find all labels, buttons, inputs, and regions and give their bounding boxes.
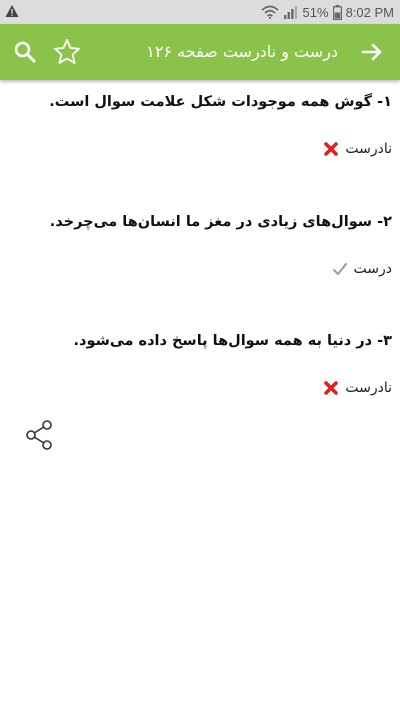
cross-icon — [324, 381, 339, 395]
app-bar: درست و نادرست صفحه ۱۲۶ — [0, 24, 400, 80]
answer-label: نادرست — [345, 141, 392, 157]
page-title: درست و نادرست صفحه ۱۲۶ — [146, 42, 338, 61]
question-3: ۳- در دنیا به همه سوال‌ها پاسخ داده می‌ش… — [73, 333, 392, 349]
answer-label: درست — [353, 261, 392, 277]
search-icon[interactable] — [12, 39, 38, 65]
check-icon — [332, 263, 347, 275]
wifi-icon — [261, 5, 279, 19]
answer-1: نادرست — [323, 141, 392, 157]
battery-percentage: 51% — [302, 4, 329, 20]
arrow-right-icon[interactable] — [358, 38, 386, 66]
warning-icon — [5, 5, 19, 17]
signal-icon — [283, 6, 297, 19]
cross-icon — [324, 142, 339, 156]
star-icon[interactable] — [52, 37, 82, 67]
battery-icon — [332, 4, 342, 20]
clock: 8:02 PM — [345, 4, 394, 20]
answer-2: درست — [332, 261, 392, 277]
share-icon[interactable] — [22, 418, 56, 452]
status-indicators: 51% 8:02 PM — [261, 0, 394, 24]
question-1: ۱- گوش همه موجودات شکل علامت سوال است. — [49, 94, 392, 110]
answer-label: نادرست — [345, 380, 392, 396]
status-bar: 51% 8:02 PM — [0, 0, 400, 24]
question-2: ۲- سوال‌های زیادی در مغز ما انسان‌ها می‌… — [49, 214, 392, 230]
answer-3: نادرست — [323, 380, 392, 396]
